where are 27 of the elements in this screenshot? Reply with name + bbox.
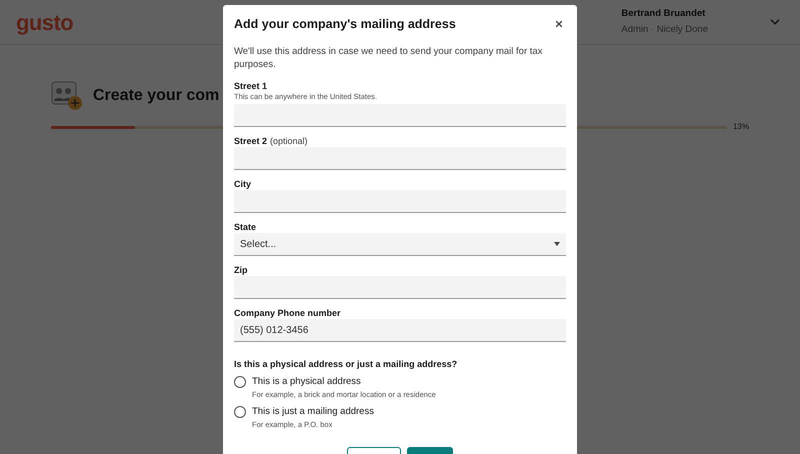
input-field[interactable]	[234, 147, 566, 170]
field-label-note: (optional)	[270, 136, 308, 146]
state-select[interactable]: Select...	[234, 233, 566, 256]
caret-icon	[554, 242, 560, 246]
field-label: Street 2	[234, 136, 268, 146]
page-title: Create your com	[93, 86, 220, 106]
dialog-title: Add your company's mailing address	[234, 16, 456, 33]
radio-button[interactable]	[234, 406, 246, 418]
input-field[interactable]: (555) 012-3456	[234, 319, 566, 342]
input-field[interactable]	[234, 190, 566, 213]
radio-button[interactable]	[234, 376, 246, 388]
input-field[interactable]	[234, 104, 566, 127]
field-label: Zip	[234, 266, 248, 274]
field-label: State	[234, 222, 256, 232]
option-label: This is just a mailing address	[252, 406, 374, 418]
question-text: Is this a physical address or just a mailing address?	[234, 358, 458, 370]
progress-reading: 13%	[732, 121, 749, 133]
field-label: Street 1	[234, 82, 268, 90]
close-icon[interactable]	[554, 19, 564, 29]
input-field[interactable]	[234, 276, 566, 299]
option-label: This is a physical address	[252, 376, 362, 388]
field-label: City	[234, 180, 252, 188]
team-add-icon	[51, 81, 83, 111]
user-name: Bertrand Bruandet	[621, 6, 706, 21]
dialog-description: We'll use this address in case we need to send your company mail for tax purposes.	[234, 45, 544, 71]
field-label: Company Phone number	[234, 308, 341, 318]
user-role: Admin · Nicely Done	[621, 23, 708, 37]
